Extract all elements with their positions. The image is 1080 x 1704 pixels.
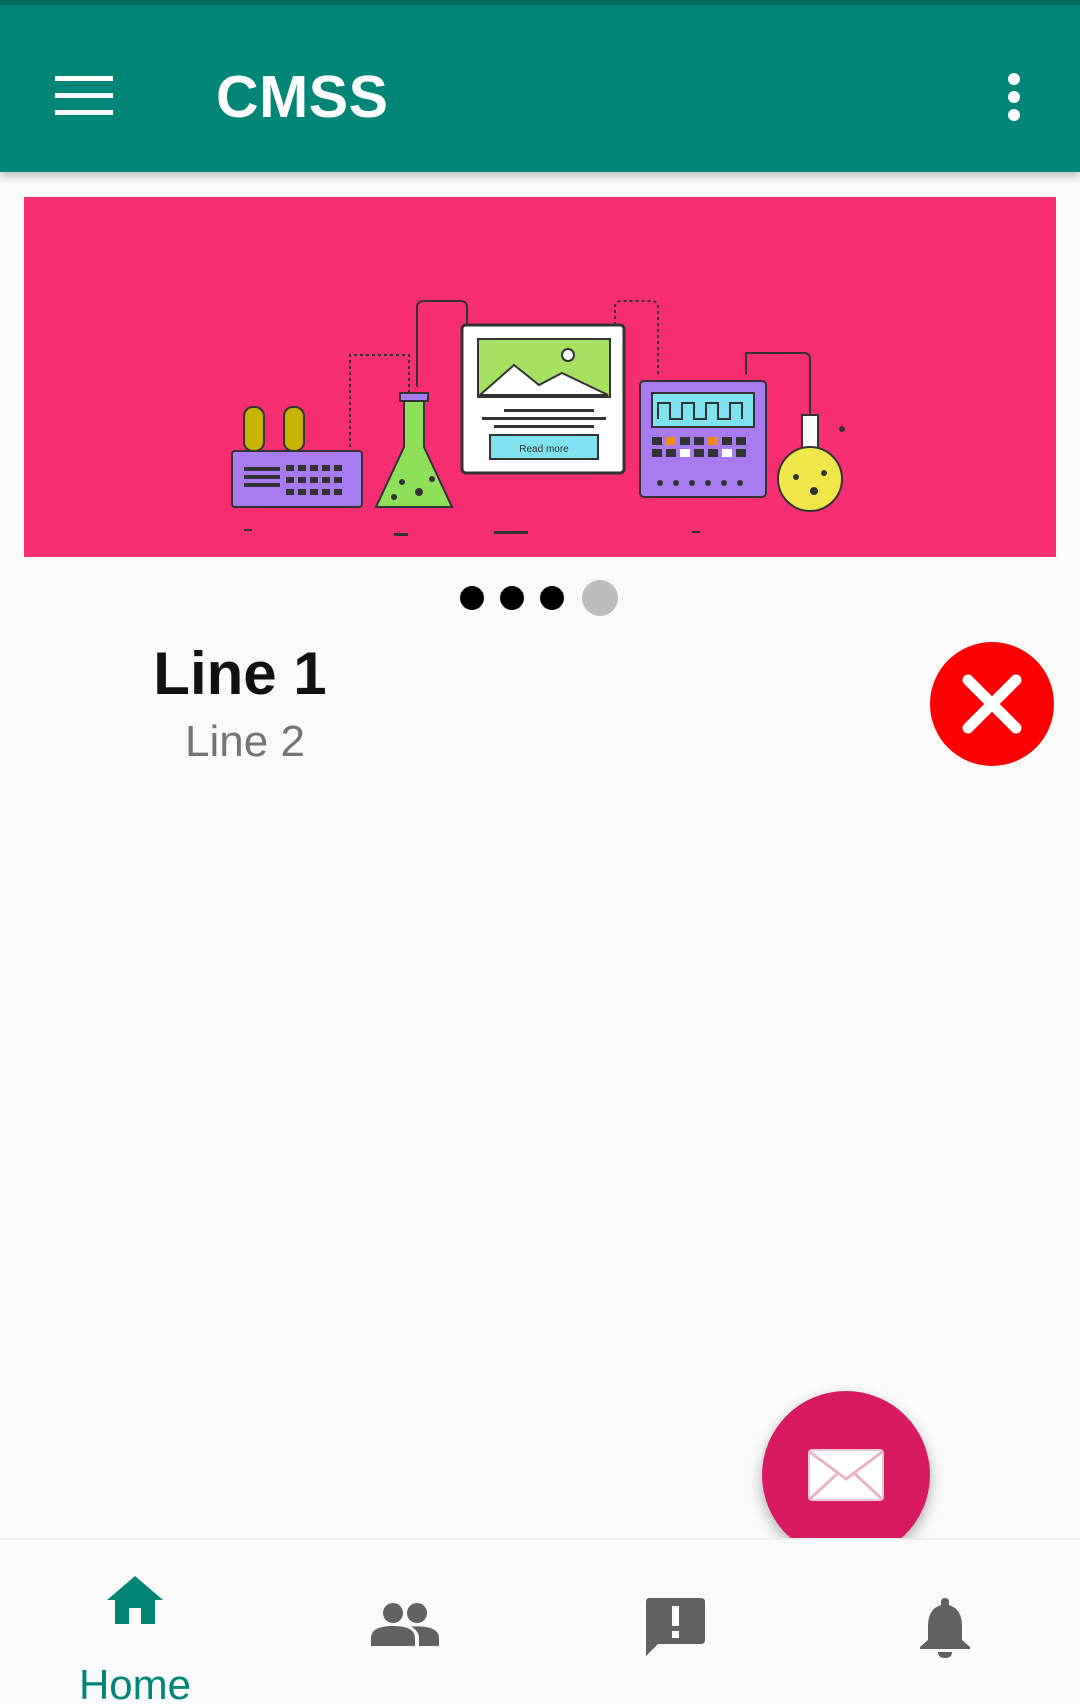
app-bar: CMSS (0, 0, 1080, 172)
app-title: CMSS (216, 64, 389, 130)
people-icon (371, 1603, 439, 1646)
notifications-icon (920, 1598, 970, 1658)
nav-item-feedback[interactable] (540, 1540, 810, 1704)
more-vert-icon[interactable] (990, 59, 1038, 135)
close-icon (962, 674, 1022, 734)
lab-equipment-illustration: Read more (231, 300, 845, 536)
secondary-text: Line 2 (185, 717, 305, 766)
bottom-navigation: Home (0, 1538, 1080, 1704)
page-indicator (460, 580, 618, 616)
mail-icon (808, 1449, 884, 1501)
svg-text:Read more: Read more (519, 444, 569, 455)
page-dot[interactable] (540, 586, 564, 610)
compose-mail-fab[interactable] (762, 1391, 930, 1559)
nav-item-notifications[interactable] (810, 1540, 1080, 1704)
banner-carousel[interactable]: Read more (24, 197, 1056, 557)
page-dot[interactable] (460, 586, 484, 610)
page-dot-current[interactable] (582, 580, 618, 616)
hamburger-menu-icon[interactable] (48, 60, 120, 132)
feedback-icon (646, 1598, 705, 1656)
nav-label-home: Home (78, 1661, 192, 1704)
close-button[interactable] (930, 642, 1054, 766)
page-dot[interactable] (500, 586, 524, 610)
primary-text: Line 1 (153, 640, 327, 707)
nav-item-people[interactable] (270, 1540, 540, 1704)
home-icon (107, 1576, 163, 1624)
nav-item-home[interactable]: Home (0, 1540, 270, 1704)
